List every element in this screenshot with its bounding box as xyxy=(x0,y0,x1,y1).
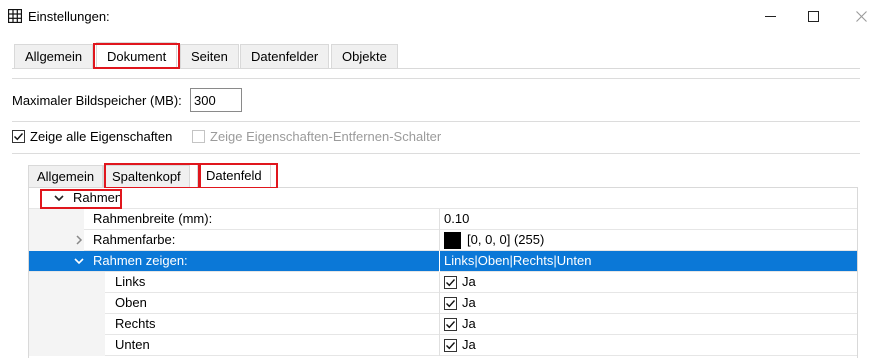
checkbox[interactable] xyxy=(444,338,457,352)
property-value[interactable]: Ja xyxy=(444,314,476,334)
tab-datenfelder[interactable]: Datenfelder xyxy=(240,44,330,68)
maximize-button[interactable] xyxy=(790,0,836,33)
column-divider xyxy=(439,230,440,251)
property-value-text: Ja xyxy=(462,274,476,289)
maximize-icon xyxy=(807,11,819,22)
property-name: Oben xyxy=(115,295,147,310)
group-label: Rahmen xyxy=(73,190,123,205)
table-grid-icon xyxy=(8,9,22,23)
inner-tab-datenfeld[interactable]: Datenfeld xyxy=(197,164,271,188)
group-row-rahmen[interactable]: Rahmen xyxy=(29,188,857,209)
row-gutter xyxy=(29,314,105,335)
chevron-right-icon[interactable] xyxy=(73,234,85,246)
checkbox[interactable] xyxy=(444,317,457,331)
inner-tab-spaltenkopf[interactable]: Spaltenkopf xyxy=(103,165,190,188)
property-grid: Rahmen Rahmenbreite (mm): 0.10 Rahmenfar… xyxy=(28,188,858,358)
window-title: Einstellungen: xyxy=(28,9,110,24)
minimize-icon xyxy=(764,16,776,17)
property-value[interactable]: Ja xyxy=(444,293,476,313)
column-divider xyxy=(439,251,440,272)
chevron-down-icon[interactable] xyxy=(73,255,85,267)
property-row[interactable]: Links Ja xyxy=(29,272,857,293)
row-gutter xyxy=(29,293,105,314)
inner-tab-allgemein[interactable]: Allgemein xyxy=(28,165,104,188)
column-divider xyxy=(439,314,440,335)
tab-objekte[interactable]: Objekte xyxy=(331,44,398,68)
checkmark-icon xyxy=(14,133,24,141)
row-gutter xyxy=(29,272,105,293)
checkmark-icon xyxy=(446,341,456,349)
property-value-text: Links|Oben|Rechts|Unten xyxy=(444,253,592,268)
property-value[interactable]: Links|Oben|Rechts|Unten xyxy=(444,251,591,271)
show-all-properties-label[interactable]: Zeige alle Eigenschaften xyxy=(30,129,172,144)
property-value-text: Ja xyxy=(462,295,476,310)
color-swatch[interactable] xyxy=(444,231,461,249)
property-value[interactable]: Ja xyxy=(444,335,476,355)
property-row[interactable]: Rechts Ja xyxy=(29,314,857,335)
property-name: Rahmenbreite (mm): xyxy=(93,211,213,226)
show-remove-button-checkbox[interactable] xyxy=(192,130,205,143)
checkbox[interactable] xyxy=(444,296,457,310)
property-value-text: [0, 0, 0] (255) xyxy=(467,232,545,247)
tab-dokument[interactable]: Dokument xyxy=(96,42,178,69)
property-value[interactable]: 0.10 xyxy=(444,209,469,229)
checkbox[interactable] xyxy=(444,275,457,289)
property-value[interactable]: Ja xyxy=(444,272,476,292)
property-name: Rechts xyxy=(115,316,156,331)
bildspeicher-input[interactable] xyxy=(190,88,242,112)
property-row-selected[interactable]: Rahmen zeigen: Links|Oben|Rechts|Unten xyxy=(29,251,857,272)
checkmark-icon xyxy=(446,278,456,286)
show-remove-button-label[interactable]: Zeige Eigenschaften-Entfernen-Schalter xyxy=(210,129,441,144)
close-button[interactable] xyxy=(838,0,884,33)
property-value[interactable]: [0, 0, 0] (255) xyxy=(444,230,544,250)
minimize-button[interactable] xyxy=(747,0,793,33)
checkmark-icon xyxy=(446,299,456,307)
property-value-text: Ja xyxy=(462,337,476,352)
row-gutter xyxy=(29,209,84,230)
property-row[interactable]: Rahmenfarbe: [0, 0, 0] (255) xyxy=(29,230,857,251)
property-name: Rahmenfarbe: xyxy=(93,232,176,247)
divider xyxy=(12,153,860,154)
show-all-properties-checkbox[interactable] xyxy=(12,130,25,143)
close-icon xyxy=(855,11,867,22)
property-name: Unten xyxy=(115,337,150,352)
checkmark-icon xyxy=(446,320,456,328)
column-divider xyxy=(439,293,440,314)
property-row[interactable]: Rahmenbreite (mm): 0.10 xyxy=(29,209,857,230)
column-divider xyxy=(439,209,440,230)
chevron-down-icon[interactable] xyxy=(53,192,65,204)
row-gutter xyxy=(29,335,105,356)
property-name: Rahmen zeigen: xyxy=(93,253,188,268)
tab-strip-border xyxy=(12,68,860,69)
column-divider xyxy=(439,272,440,293)
property-row[interactable]: Oben Ja xyxy=(29,293,857,314)
divider xyxy=(12,78,860,79)
property-name: Links xyxy=(115,274,146,289)
bildspeicher-label: Maximaler Bildspeicher (MB): xyxy=(12,93,182,108)
property-value-text: 0.10 xyxy=(444,211,470,226)
column-divider xyxy=(439,335,440,356)
tab-allgemein[interactable]: Allgemein xyxy=(14,44,94,68)
property-row[interactable]: Unten Ja xyxy=(29,335,857,356)
divider xyxy=(12,121,860,122)
property-value-text: Ja xyxy=(462,316,476,331)
tab-seiten[interactable]: Seiten xyxy=(180,44,239,68)
